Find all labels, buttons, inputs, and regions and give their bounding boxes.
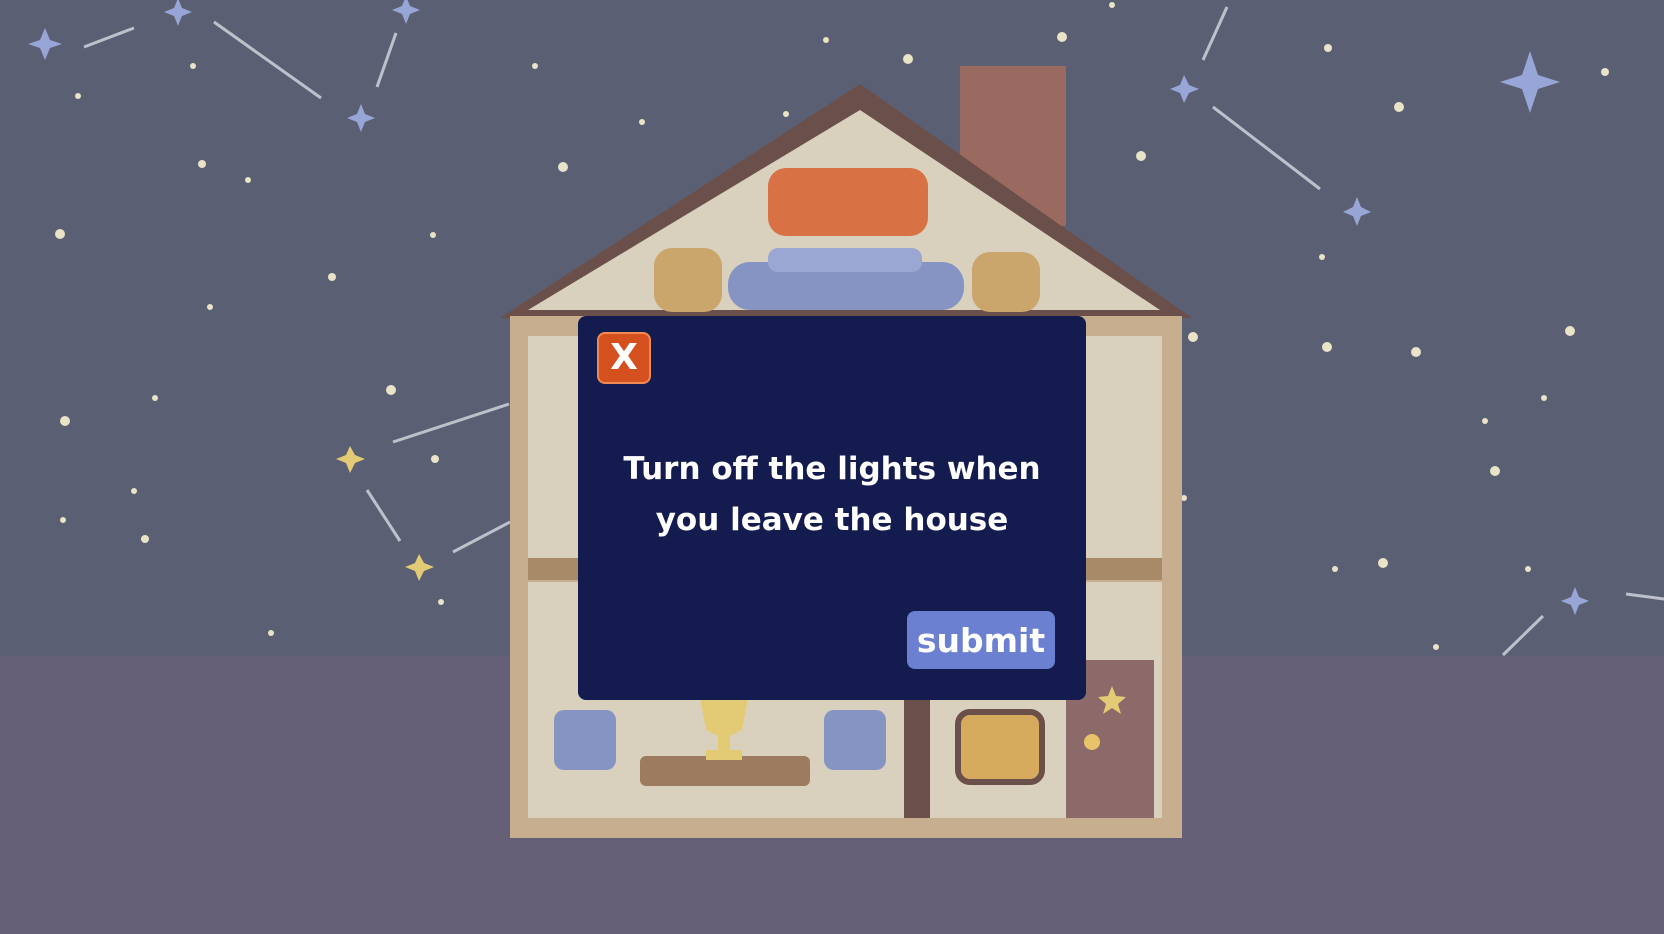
shelf-right (972, 252, 1040, 312)
close-button[interactable]: X (597, 332, 651, 384)
door-knob (1084, 734, 1100, 750)
chair-right (824, 710, 886, 770)
submit-button[interactable]: submit (907, 611, 1055, 669)
tip-dialog: X Turn off the lights when you leave the… (578, 316, 1086, 700)
pillow (768, 248, 922, 272)
chair-left (554, 710, 616, 770)
chest (955, 709, 1045, 785)
bed-headboard (768, 168, 928, 236)
shelf-left (654, 248, 722, 312)
table (640, 756, 810, 786)
dialog-message: Turn off the lights when you leave the h… (623, 451, 1041, 538)
upper-room-right (1080, 336, 1162, 558)
trophy-icon (700, 698, 748, 760)
